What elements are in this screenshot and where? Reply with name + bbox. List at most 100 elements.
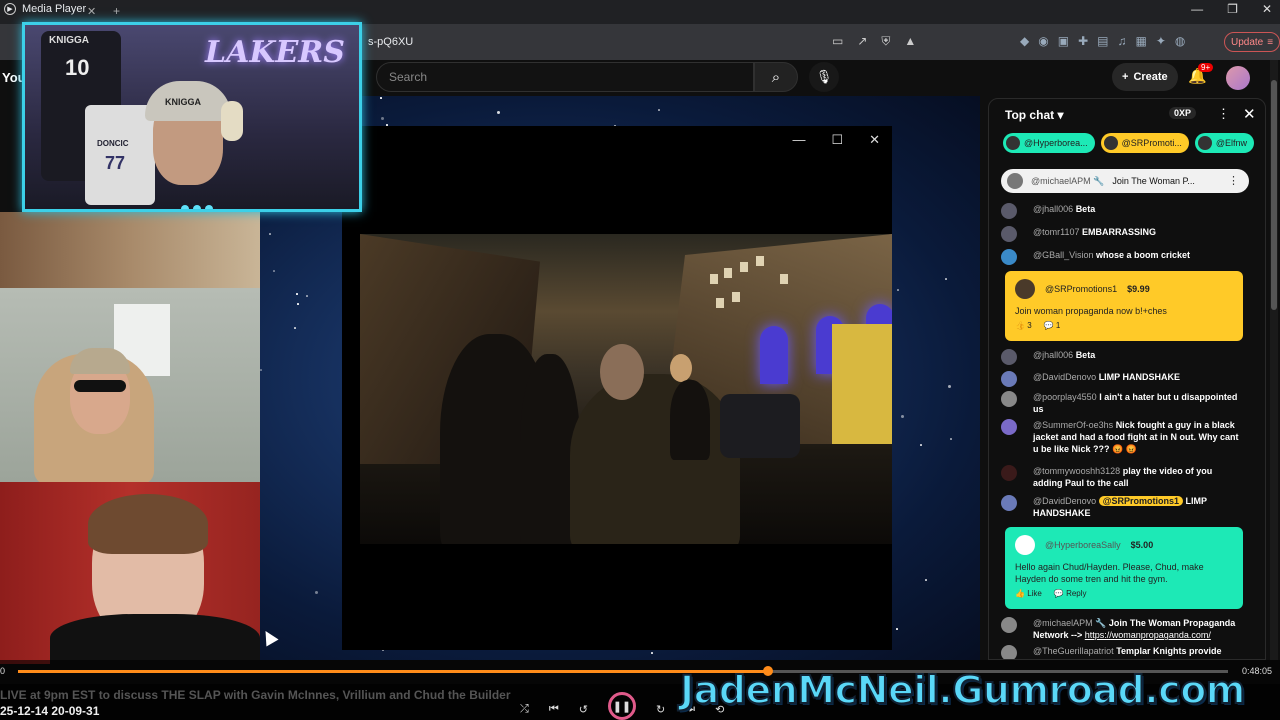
- lit-window: [732, 292, 740, 302]
- superchat-amount: $5.00: [1130, 540, 1154, 550]
- superchat-pill[interactable]: @Elfnw: [1194, 133, 1254, 153]
- pinned-more-icon[interactable]: ⋮: [1228, 174, 1239, 187]
- message-author[interactable]: @michaelAPM 🔧: [1033, 618, 1106, 628]
- message-author[interactable]: @jhall006: [1033, 204, 1073, 214]
- superchat-amount: $9.99: [1127, 284, 1150, 294]
- streamer-webcam: KNIGGA 10 DONCIC 77 LAKERS KNIGGA: [22, 22, 362, 212]
- message-author[interactable]: @tommywooshh3128: [1033, 466, 1120, 476]
- more-options-icon[interactable]: ⋮: [1217, 106, 1230, 122]
- superchat-pill[interactable]: @Hyperborea...: [1003, 133, 1095, 153]
- message-author[interactable]: @DavidDenovo: [1033, 372, 1096, 382]
- reply-button[interactable]: 💬 Reply: [1054, 589, 1087, 598]
- message-author[interactable]: @SummerOf-oe3hs: [1033, 420, 1113, 430]
- player-maximize-icon[interactable]: ☐: [831, 132, 843, 148]
- pause-button[interactable]: ❚❚: [607, 692, 636, 720]
- notification-badge: 9+: [1198, 63, 1214, 72]
- forward-icon[interactable]: ↻: [656, 703, 665, 716]
- puzzle-icon[interactable]: ✚: [1078, 34, 1088, 48]
- gumroad-overlay: JadenMcNeil.Gumroad.com: [679, 667, 1246, 713]
- player-close-icon[interactable]: ✕: [869, 132, 880, 148]
- share-icon[interactable]: ↗: [857, 34, 867, 49]
- star: [294, 327, 296, 329]
- rewind-icon[interactable]: ↺: [579, 703, 588, 716]
- update-button[interactable]: Update ≡: [1224, 32, 1280, 52]
- mention-chip[interactable]: @SRPromotions1: [1098, 496, 1183, 506]
- star-icon[interactable]: ✦: [1156, 34, 1166, 48]
- vpn-icon[interactable]: ◍: [1175, 34, 1185, 48]
- message-author[interactable]: @tomr1107: [1033, 227, 1080, 237]
- pill-label: @SRPromoti...: [1121, 138, 1182, 148]
- create-label: Create: [1133, 71, 1168, 83]
- screen: ▶ Media Player ✕ + — ❐ ✕ s-pQ6XU ▭ ↗ ⛨ ▲…: [0, 0, 1280, 720]
- reply-button[interactable]: 💬 1: [1044, 321, 1061, 330]
- participant-suit: [50, 614, 260, 664]
- player-minimize-icon[interactable]: —: [792, 132, 805, 148]
- like-button[interactable]: 👍 3: [1015, 321, 1032, 330]
- minimize-icon[interactable]: —: [1191, 2, 1203, 16]
- star: [897, 289, 899, 291]
- message-author[interactable]: @jhall006: [1033, 350, 1073, 360]
- purple-window: [760, 326, 788, 384]
- star: [380, 97, 382, 99]
- pinned-author: @michaelAPM 🔧: [1031, 175, 1105, 186]
- media-player-window: — ☐ ✕: [342, 126, 892, 650]
- superchat-card: @SRPromotions1 $9.99 Join woman propagan…: [1005, 271, 1243, 341]
- star: [269, 233, 271, 235]
- message-author[interactable]: @GBall_Vision: [1033, 250, 1094, 260]
- avatar: [1001, 465, 1017, 481]
- chat-title: Top chat: [1005, 108, 1055, 122]
- like-button[interactable]: 👍 Like: [1015, 589, 1042, 598]
- restore-icon[interactable]: ❐: [1227, 2, 1238, 16]
- message-author[interactable]: @poorplay4550: [1033, 392, 1097, 402]
- xp-badge[interactable]: 0XP: [1169, 107, 1197, 119]
- star: [651, 652, 653, 654]
- new-tab-icon[interactable]: +: [113, 4, 120, 18]
- close-icon[interactable]: ✕: [1243, 105, 1256, 123]
- superchat-author[interactable]: @HyperboreaSally: [1045, 540, 1121, 550]
- headphones: [221, 101, 243, 141]
- chat-message: @DavidDenovo LIMP HANDSHAKE: [1001, 371, 1239, 387]
- url-text[interactable]: s-pQ6XU: [368, 36, 413, 48]
- pill-label: @Hyperborea...: [1024, 138, 1088, 148]
- scrollbar-thumb[interactable]: [1271, 80, 1277, 310]
- chat-mode-dropdown[interactable]: Top chat ▾: [1005, 108, 1063, 122]
- extension-a-icon[interactable]: ◆: [1020, 34, 1029, 48]
- play-circle-icon: ▶: [4, 3, 16, 15]
- previous-icon[interactable]: ⏮: [549, 703, 559, 716]
- star: [273, 270, 275, 272]
- wallet-icon[interactable]: ▦: [1135, 34, 1146, 48]
- superchat-author[interactable]: @SRPromotions1: [1045, 284, 1117, 294]
- superchat-pill[interactable]: @SRPromoti...: [1100, 133, 1189, 153]
- video-frame[interactable]: [360, 234, 892, 544]
- message-author[interactable]: @DavidDenovo: [1033, 496, 1096, 506]
- menu-icon: ≡: [1267, 36, 1274, 48]
- microphone-icon[interactable]: 🎙: [809, 62, 839, 92]
- avatar: [1001, 391, 1017, 407]
- media-player-tab[interactable]: ▶ Media Player: [4, 3, 86, 15]
- extension-b-icon[interactable]: ◉: [1038, 34, 1048, 48]
- person-silhouette: [570, 374, 740, 544]
- shield-icon[interactable]: ⛨: [881, 34, 890, 49]
- shuffle-icon[interactable]: ⤮: [520, 703, 529, 716]
- tab-close-icon[interactable]: ✕: [87, 5, 96, 18]
- search-input[interactable]: Search: [376, 62, 754, 92]
- create-button[interactable]: + Create: [1112, 63, 1178, 91]
- app-title: Media Player: [22, 3, 87, 15]
- extension-c-icon[interactable]: ▣: [1058, 34, 1069, 48]
- avatar: [1001, 226, 1017, 242]
- message-link[interactable]: https://womanpropaganda.com/: [1085, 630, 1211, 640]
- page-scrollbar[interactable]: [1270, 60, 1278, 660]
- search-icon[interactable]: ⌕: [754, 62, 798, 92]
- window-close-icon[interactable]: ✕: [1262, 2, 1272, 16]
- star: [306, 295, 308, 297]
- music-icon[interactable]: ♫: [1117, 34, 1126, 48]
- superchat-actions: 👍 3 💬 1: [1005, 317, 1243, 336]
- pinned-message[interactable]: @michaelAPM 🔧 Join The Woman P... ⋮: [1001, 169, 1249, 193]
- screen-icon[interactable]: ▭: [832, 34, 843, 49]
- alert-icon[interactable]: ▲: [904, 34, 916, 49]
- message-author[interactable]: @TheGuerillapatriot: [1033, 646, 1114, 656]
- chat-message: @poorplay4550 I ain't a hater but u disa…: [1001, 391, 1239, 415]
- sidebar-icon[interactable]: ▤: [1097, 34, 1108, 48]
- star: [381, 117, 384, 120]
- user-avatar[interactable]: [1226, 66, 1250, 90]
